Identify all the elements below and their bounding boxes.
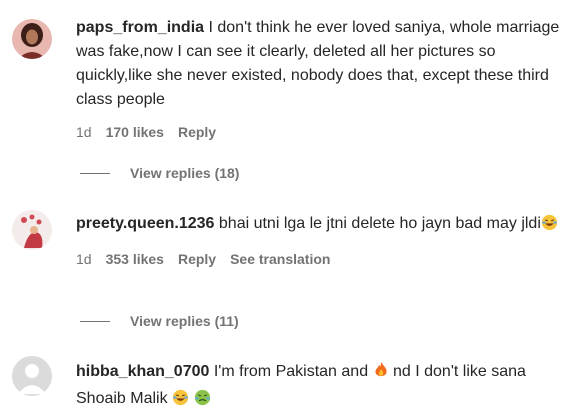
comment-username[interactable]: hibba_khan_0700 xyxy=(76,363,209,380)
comment-username[interactable]: preety.queen.1236 xyxy=(76,215,214,232)
nauseated-face-emoji-icon xyxy=(194,389,211,414)
divider xyxy=(80,320,110,322)
comment-age[interactable]: 1d xyxy=(76,124,92,140)
view-replies-button[interactable]: View replies (11) xyxy=(80,313,239,329)
reply-button[interactable]: Reply xyxy=(178,124,216,140)
reply-button[interactable]: Reply xyxy=(178,251,216,267)
avatar[interactable] xyxy=(12,210,52,250)
view-replies-button[interactable]: View replies (18) xyxy=(80,165,239,181)
comment-age[interactable]: 1d xyxy=(76,251,92,267)
divider xyxy=(80,172,110,174)
laughing-tears-emoji-icon xyxy=(172,389,189,414)
avatar[interactable] xyxy=(12,19,52,59)
likes-count[interactable]: 170 likes xyxy=(106,124,164,140)
likes-count[interactable]: 353 likes xyxy=(106,251,164,267)
view-replies-label: View replies (11) xyxy=(130,313,239,329)
comment-username[interactable]: paps_from_india xyxy=(76,19,204,36)
see-translation-button[interactable]: See translation xyxy=(230,251,330,267)
comment-text: bhai utni lga le jtni delete ho jayn bad… xyxy=(218,215,541,232)
view-replies-label: View replies (18) xyxy=(130,165,240,181)
laughing-tears-emoji-icon xyxy=(541,214,558,239)
fire-emoji-icon xyxy=(373,361,389,387)
comment-text: I'm from Pakistan and xyxy=(213,363,369,380)
avatar[interactable] xyxy=(12,356,52,396)
